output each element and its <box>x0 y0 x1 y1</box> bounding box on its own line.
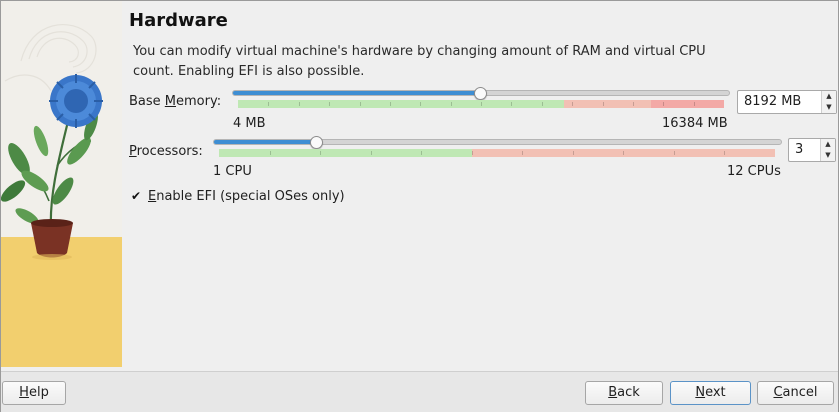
base-memory-label: Base Memory: <box>129 94 221 109</box>
spin-up-icon[interactable]: ▲ <box>822 91 836 102</box>
processors-slider[interactable] <box>213 139 782 145</box>
range-tick <box>450 102 452 106</box>
wizard-button-bar: Help Back Next Cancel <box>1 371 838 412</box>
range-tick <box>673 151 675 155</box>
spin-down-icon[interactable]: ▼ <box>821 150 835 161</box>
base-memory-label-prefix: Base <box>129 94 165 109</box>
cancel-button-rest: ancel <box>782 385 818 400</box>
processors-label-rest: rocessors: <box>136 144 203 159</box>
cancel-button-mnemonic: C <box>773 385 783 400</box>
enable-efi-label[interactable]: Enable EFI (special OSes only) <box>148 189 345 204</box>
processors-label-mnemonic: P <box>129 144 137 159</box>
range-tick <box>632 102 634 106</box>
processors-min-label: 1 CPU <box>213 164 252 179</box>
range-tick <box>663 102 665 106</box>
processors-max-label: 12 CPUs <box>727 164 781 179</box>
range-tick <box>420 102 422 106</box>
processors-label: Processors: <box>129 144 203 159</box>
range-tick <box>522 151 524 155</box>
back-button-mnemonic: B <box>608 385 618 400</box>
base-memory-spin-arrows: ▲ ▼ <box>821 91 836 113</box>
range-tick <box>572 151 574 155</box>
range-zone <box>563 100 652 108</box>
range-tick <box>572 102 574 106</box>
enable-efi-label-mnemonic: E <box>148 189 157 204</box>
page-title: Hardware <box>129 10 228 31</box>
wizard-window: Hardware You can modify virtual machine'… <box>0 0 839 412</box>
range-tick <box>421 151 423 155</box>
base-memory-slider-handle[interactable] <box>474 87 487 100</box>
next-button-rest: ext <box>705 385 726 400</box>
base-memory-value: 8192 MB <box>744 94 802 109</box>
range-tick <box>389 102 391 106</box>
range-tick <box>320 151 322 155</box>
processors-spin-arrows: ▲ ▼ <box>820 139 835 161</box>
processors-range-indicator <box>219 149 775 157</box>
base-memory-max-label: 16384 MB <box>662 116 728 131</box>
cancel-button[interactable]: Cancel <box>757 381 834 405</box>
spin-down-icon[interactable]: ▼ <box>822 102 836 113</box>
range-tick <box>602 102 604 106</box>
wizard-page-content: Hardware You can modify virtual machine'… <box>122 1 838 371</box>
processors-slider-fill <box>214 140 318 144</box>
wizard-watermark-image <box>1 1 122 367</box>
range-tick <box>724 151 726 155</box>
range-zone <box>238 100 564 108</box>
range-tick <box>370 151 372 155</box>
range-zone <box>651 100 724 108</box>
spin-up-icon[interactable]: ▲ <box>821 139 835 150</box>
processors-slider-handle[interactable] <box>310 136 324 149</box>
help-button-rest: elp <box>28 385 49 400</box>
base-memory-slider-fill <box>233 91 481 95</box>
next-button-mnemonic: N <box>695 385 706 400</box>
back-button[interactable]: Back <box>585 381 663 405</box>
base-memory-min-label: 4 MB <box>233 116 266 131</box>
help-button[interactable]: Help <box>2 381 66 405</box>
range-tick <box>481 102 482 106</box>
range-tick <box>268 102 270 106</box>
range-tick <box>623 151 625 155</box>
range-tick <box>693 102 695 106</box>
range-zone <box>219 149 472 157</box>
processors-spinbox[interactable]: 3 ▲ ▼ <box>788 138 836 162</box>
processors-value: 3 <box>795 142 804 157</box>
enable-efi-label-rest: nable EFI (special OSes only) <box>156 189 345 204</box>
range-tick <box>329 102 331 106</box>
next-button[interactable]: Next <box>670 381 751 405</box>
base-memory-label-mnemonic: M <box>164 94 177 109</box>
base-memory-label-rest: emory: <box>176 94 222 109</box>
base-memory-spinbox[interactable]: 8192 MB ▲ ▼ <box>737 90 837 114</box>
range-tick <box>298 102 300 106</box>
range-tick <box>471 151 473 155</box>
back-button-rest: ack <box>617 385 640 400</box>
range-tick <box>511 102 513 106</box>
enable-efi-checkbox[interactable]: ✔ <box>131 189 142 203</box>
help-button-mnemonic: H <box>19 385 29 400</box>
page-description: You can modify virtual machine's hardwar… <box>133 44 706 79</box>
range-tick <box>269 151 271 155</box>
base-memory-range-indicator <box>238 100 724 108</box>
range-tick <box>359 102 361 106</box>
check-icon: ✔ <box>131 189 142 203</box>
range-tick <box>541 102 543 106</box>
